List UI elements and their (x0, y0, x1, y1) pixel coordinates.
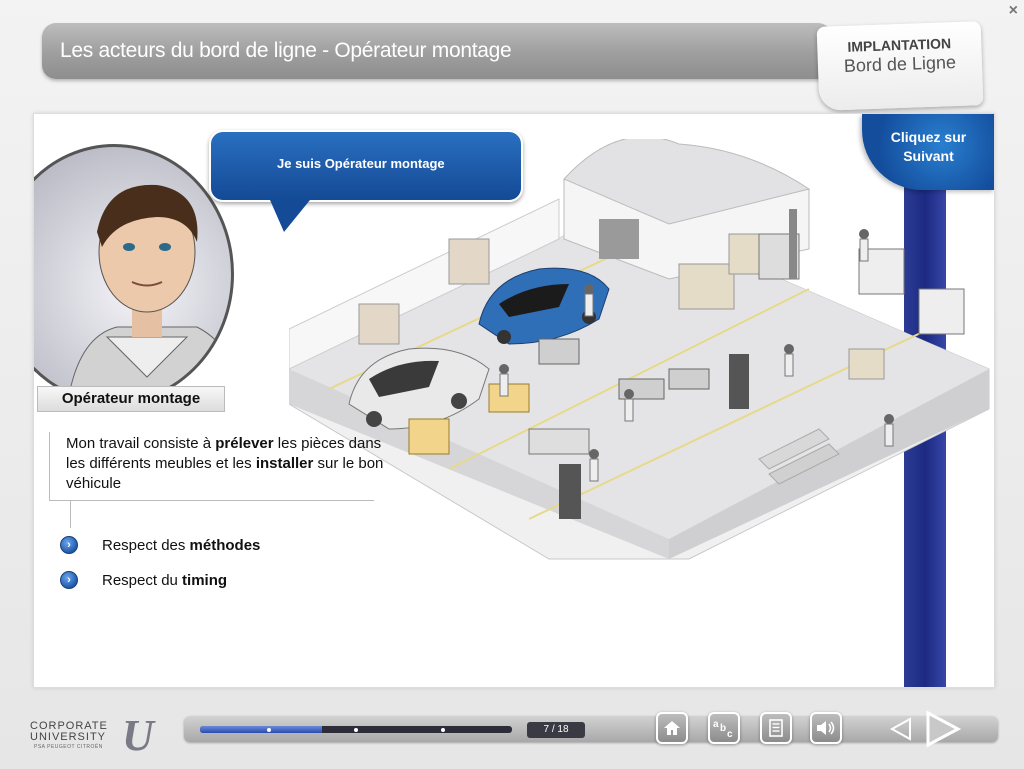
logo-text: UNIVERSITY (30, 731, 107, 743)
divider (49, 500, 374, 501)
home-icon (664, 721, 680, 735)
document-button[interactable] (760, 712, 792, 744)
description-bold: prélever (215, 435, 274, 452)
logo-mark-icon: U (122, 711, 154, 760)
arrow-left-icon (889, 717, 911, 741)
header-bar: Les acteurs du bord de ligne - Opérateur… (42, 23, 832, 79)
svg-text:c: c (727, 729, 733, 739)
previous-button[interactable] (888, 713, 914, 750)
arrow-right-icon (926, 710, 962, 748)
svg-text:a: a (713, 719, 719, 730)
document-icon (769, 719, 783, 737)
description-bold: installer (255, 455, 314, 472)
sound-button[interactable] (810, 712, 842, 744)
corporate-university-logo: CORPORATE UNIVERSITY PSA PEUGEOT CITROËN… (30, 710, 180, 760)
slide-content: Opérateur montage Je suis Opérateur mont… (33, 113, 995, 688)
chevron-right-icon: › (60, 571, 78, 589)
progress-fill (200, 726, 322, 733)
progress-marker (354, 728, 358, 732)
factory-illustration (289, 139, 990, 560)
divider (49, 432, 50, 500)
bullet-item[interactable]: › Respect des méthodes (60, 536, 260, 554)
next-hint-line2: Suivant (903, 148, 954, 164)
progress-marker (267, 728, 271, 732)
bullet-item[interactable]: › Respect du timing (60, 571, 227, 589)
next-hint-line1: Cliquez sur (890, 129, 967, 145)
home-button[interactable] (656, 712, 688, 744)
divider (70, 500, 71, 528)
speech-bubble-tail (270, 200, 310, 232)
description-text: Mon travail consiste à (66, 435, 216, 452)
bullet-text: Respect des méthodes (102, 536, 261, 554)
operator-avatar (67, 184, 231, 401)
svg-text:b: b (720, 723, 726, 734)
operator-portrait (34, 144, 234, 404)
sound-icon (817, 721, 835, 735)
close-icon[interactable]: × (1009, 2, 1018, 20)
page-counter: 7 / 18 (527, 722, 585, 738)
logo-text: PSA PEUGEOT CITROËN (34, 744, 103, 750)
progress-marker (441, 728, 445, 732)
bullet-text: Respect du timing (102, 571, 228, 589)
chevron-right-icon: › (60, 536, 78, 554)
role-label: Opérateur montage (37, 386, 225, 412)
page-title: Les acteurs du bord de ligne - Opérateur… (60, 39, 512, 62)
module-tab-line2: Bord de Ligne (843, 52, 957, 76)
job-description: Mon travail consiste à prélever les pièc… (66, 434, 386, 494)
module-tab: IMPLANTATION Bord de Ligne (816, 21, 984, 111)
glossary-icon: a b c (713, 719, 733, 739)
speech-bubble: Je suis Opérateur montage (209, 130, 523, 202)
next-button[interactable] (922, 709, 962, 754)
glossary-button[interactable]: a b c (708, 712, 740, 744)
